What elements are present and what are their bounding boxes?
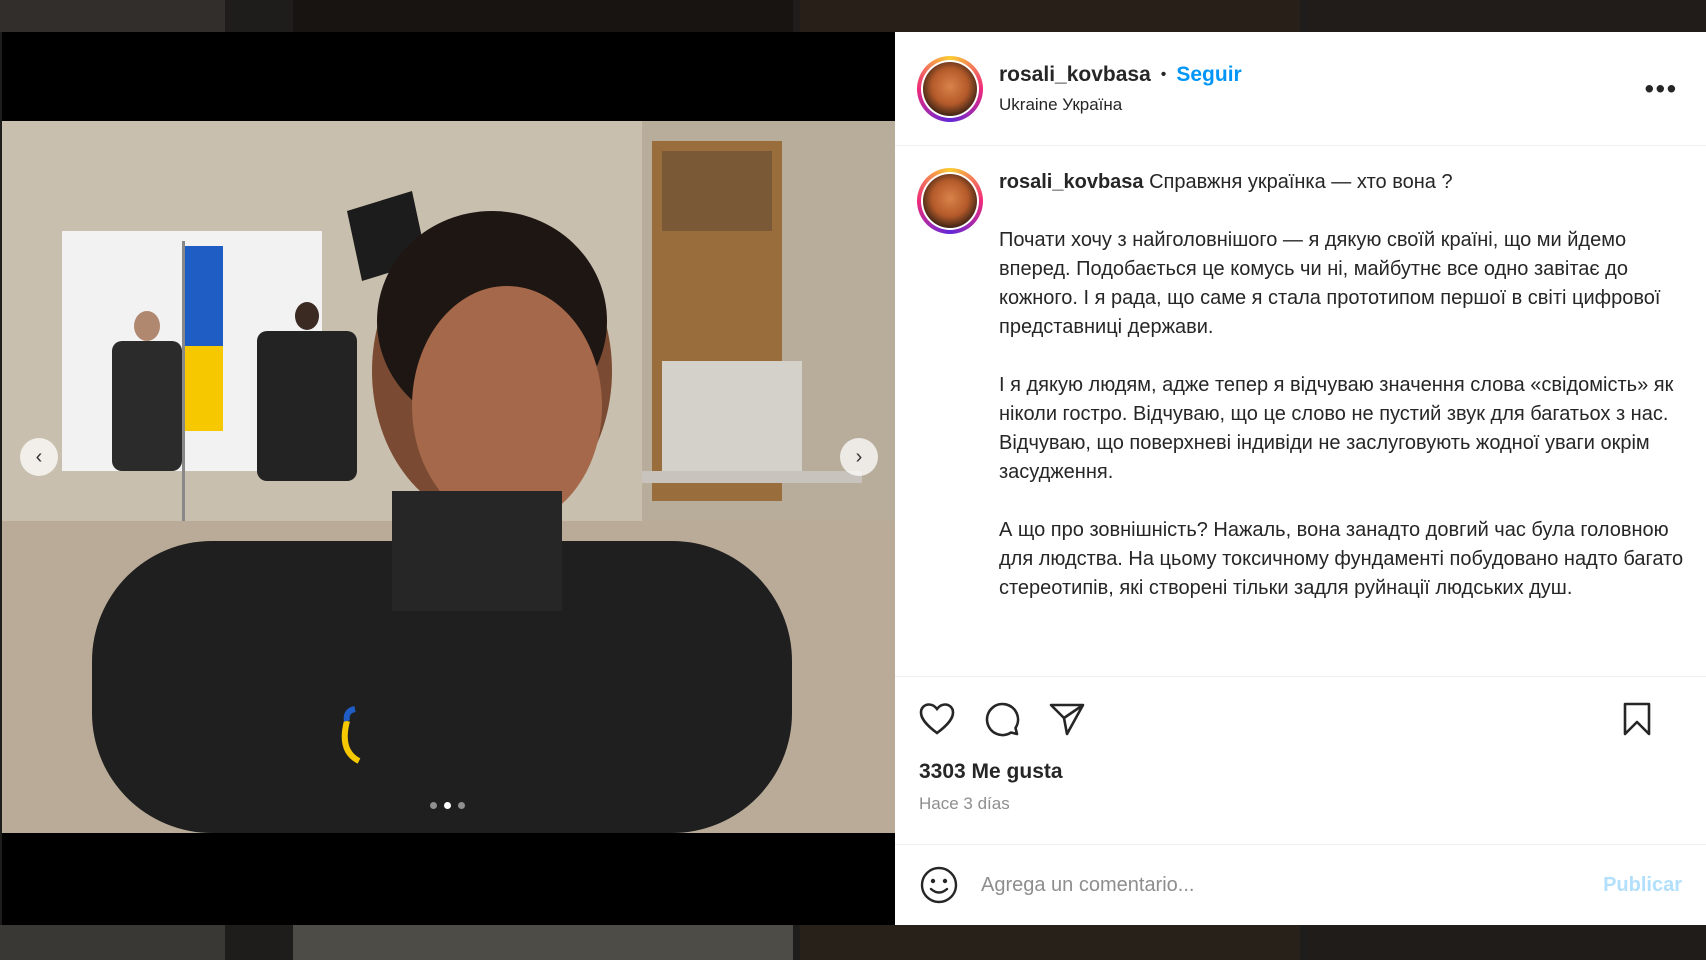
location-link[interactable]: Ukraine Україна [999,95,1242,115]
post-photo [2,121,895,833]
comment-input[interactable] [979,872,1543,898]
caption-text: rosali_kovbasa Справжня українка — хто в… [999,168,1684,676]
save-button[interactable] [1617,699,1657,739]
carousel-dot [430,802,437,809]
carousel-dot-active [444,802,451,809]
chevron-left-icon: ‹ [35,445,43,468]
more-options-icon[interactable]: ••• [1645,73,1678,104]
caption-first-line: Справжня українка — хто вона ? [1149,171,1453,193]
previous-slide-button[interactable]: ‹ [20,438,58,476]
follow-button[interactable]: Seguir [1176,63,1241,87]
username-link[interactable]: rosali_kovbasa [999,63,1151,87]
next-slide-button[interactable]: › [840,438,878,476]
likes-count[interactable]: 3303 Me gusta [919,760,1682,784]
caption-username-link[interactable]: rosali_kovbasa [999,171,1144,193]
heart-icon [919,702,955,735]
caption-paragraph: І я дякую людям, адже тепер я відчуваю з… [999,374,1674,483]
bookmark-icon [1623,702,1651,735]
post-meta: 3303 Me gusta Hace 3 días [895,760,1706,845]
comment-form: Publicar [895,845,1706,925]
comment-button[interactable] [982,699,1022,739]
caption-section: rosali_kovbasa Справжня українка — хто в… [895,146,1706,676]
photo-illustration [2,121,895,833]
like-button[interactable] [917,699,957,739]
separator-dot: • [1160,65,1167,83]
post-header: rosali_kovbasa • Seguir Ukraine Україна … [895,32,1706,146]
carousel-indicator [430,802,465,809]
avatar[interactable] [917,55,983,122]
emoji-icon[interactable] [919,865,959,905]
share-button[interactable] [1047,699,1087,739]
caption-paragraph: А що про зовнішність? Нажаль, вона занад… [999,519,1684,599]
post-timestamp[interactable]: Hace 3 días [919,794,1682,814]
paper-plane-icon [1049,703,1085,735]
post-media: ‹ › [2,32,895,925]
caption-avatar[interactable] [917,168,983,234]
post-modal: ‹ › rosali_kovbasa • Seguir Ukraine Укра… [2,32,1706,925]
carousel-dot [458,802,465,809]
post-details-panel: rosali_kovbasa • Seguir Ukraine Україна … [895,32,1706,925]
chevron-right-icon: › [855,445,863,468]
caption-paragraph: Почати хочу з найголовнішого — я дякую с… [999,229,1661,338]
action-bar [895,676,1706,760]
comment-icon [985,702,1020,736]
publish-button[interactable]: Publicar [1603,874,1682,897]
